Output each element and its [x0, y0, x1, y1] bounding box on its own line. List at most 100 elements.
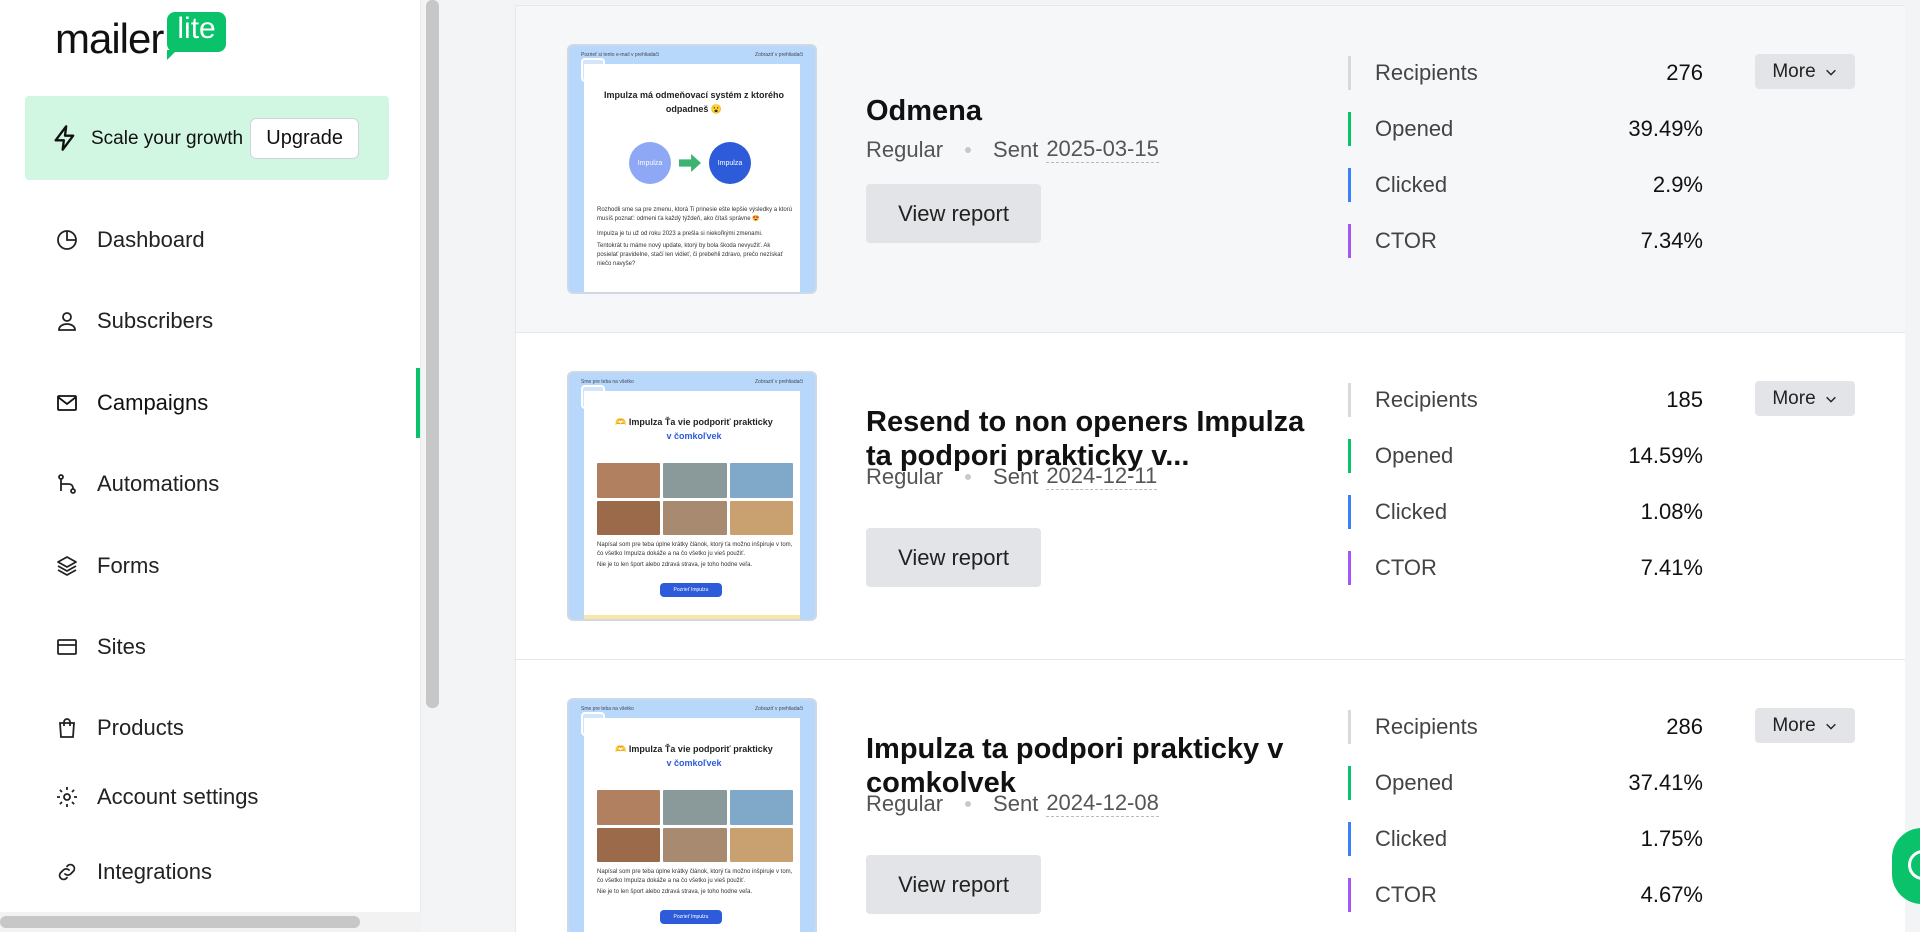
preheader: Pozrieť si tento e-mail v prehliadači Zob…	[581, 52, 803, 58]
more-dropdown-button[interactable]: More	[1755, 54, 1855, 89]
sidebar-item-campaigns[interactable]: Campaigns	[55, 383, 208, 423]
email-headline: 🫶 Impulza Ťa vie podporiť prakticky v čom…	[599, 415, 789, 443]
grid-photo	[663, 500, 727, 535]
mailerlite-logo[interactable]: mailer lite	[55, 8, 226, 60]
campaign-card: Sme pre teba na všetko Zobraziť v prehlia…	[515, 660, 1905, 932]
sidebar-item-account-settings[interactable]: Account settings	[55, 777, 258, 817]
preheader-right: Zobraziť v prehliadači	[754, 706, 803, 712]
grid-photo	[729, 827, 793, 862]
sent-label: Sent	[993, 463, 1039, 489]
more-label: More	[1772, 60, 1816, 82]
view-report-button[interactable]: View report	[866, 855, 1041, 914]
grid-photo	[597, 463, 661, 498]
sidebar-scrollbar[interactable]	[426, 0, 439, 708]
automation-icon	[58, 474, 76, 494]
email-preview-thumbnail[interactable]: Pozrieť si tento e-mail v prehliadači Zob…	[567, 44, 817, 294]
headline-blue-text: v čomkoľvek	[666, 758, 722, 768]
upgrade-text: Scale your growth	[91, 127, 244, 149]
email-body-line: Napísal som pre teba úplne krátky článok…	[597, 869, 793, 884]
email-body-line: Napísal som pre teba úplne krátky článok…	[597, 542, 793, 557]
sidebar-item-label: Dashboard	[97, 227, 205, 252]
select-checkbox[interactable]	[581, 712, 605, 736]
select-checkbox[interactable]	[581, 58, 605, 82]
grid-photo	[597, 827, 661, 862]
stat-value: 7.34%	[1640, 228, 1703, 253]
grid-photo	[729, 463, 793, 498]
stat-bar	[1348, 551, 1351, 585]
email-cta-button: Pozrieť Impulzu	[660, 583, 722, 597]
sidebar-item-label: Forms	[97, 553, 160, 578]
campaign-list: Pozrieť si tento e-mail v prehliadači Zob…	[515, 0, 1905, 932]
preheader-right: Zobraziť v prehliadači	[754, 379, 803, 385]
logo-badge: lite	[167, 11, 226, 60]
layers-icon	[57, 556, 77, 576]
stat-bar	[1348, 112, 1351, 146]
view-report-button[interactable]: View report	[866, 184, 1041, 243]
select-checkbox[interactable]	[581, 385, 605, 409]
stat-bar	[1348, 383, 1351, 417]
stat-label: Clicked	[1375, 172, 1448, 197]
grid-photo	[597, 790, 661, 825]
email-body-line: Nie je to len šport alebo zdravá strava,…	[597, 889, 753, 895]
link-icon	[58, 863, 76, 881]
sidebar-item-subscribers[interactable]: Subscribers	[55, 301, 213, 341]
stat-label: Opened	[1375, 443, 1454, 468]
sidebar-item-label: Campaigns	[97, 390, 209, 415]
campaign-type: Regular	[866, 136, 944, 162]
horizontal-scrollbar[interactable]	[0, 916, 360, 928]
more-dropdown-button[interactable]: More	[1755, 381, 1855, 416]
stat-value: 2.9%	[1652, 172, 1703, 197]
stat-value: 39.49%	[1628, 116, 1703, 141]
sent-date: 2024-12-08	[1046, 790, 1159, 817]
stat-value: 37.41%	[1628, 770, 1703, 795]
stat-label: CTOR	[1375, 555, 1437, 580]
email-body-line: Tentokrát tu máme nový update, ktorý by …	[597, 243, 783, 267]
stat-value: 1.75%	[1640, 826, 1703, 851]
upgrade-button[interactable]: Upgrade	[250, 117, 359, 159]
stat-bar	[1348, 439, 1351, 473]
sidebar-item-label: Integrations	[97, 859, 212, 884]
sent-date: 2025-03-15	[1046, 136, 1159, 163]
separator-dot	[965, 800, 972, 807]
sidebar-item-products[interactable]: Products	[55, 708, 184, 748]
campaign-meta: Regular Sent 2025-03-15	[866, 136, 1159, 163]
logo-word: mailer	[55, 15, 164, 62]
more-dropdown-button[interactable]: More	[1755, 708, 1855, 743]
sent-label: Sent	[993, 790, 1039, 816]
campaign-title[interactable]: Odmena	[866, 94, 1316, 128]
email-preview-thumbnail[interactable]: Sme pre teba na všetko Zobraziť v prehlia…	[567, 371, 817, 621]
sidebar-item-automations[interactable]: Automations	[55, 464, 219, 504]
sidebar-item-label: Account settings	[97, 784, 259, 809]
stat-label: Recipients	[1375, 714, 1478, 739]
gear-icon	[57, 787, 77, 807]
stat-label: Clicked	[1375, 499, 1448, 524]
impulza-logo-dark: Impulza	[709, 142, 751, 184]
image-grid	[597, 463, 793, 535]
upgrade-banner: Scale your growth Upgrade	[25, 96, 389, 180]
sidebar-item-forms[interactable]: Forms	[55, 546, 159, 586]
headline-text: 🫶 Impulza Ťa vie podporiť prakticky	[615, 744, 773, 754]
campaign-meta: Regular Sent 2024-12-08	[866, 790, 1159, 817]
sidebar-item-sites[interactable]: Sites	[55, 627, 146, 667]
email-preview-thumbnail[interactable]: Sme pre teba na všetko Zobraziť v prehlia…	[567, 698, 817, 932]
browser-icon	[57, 639, 77, 655]
grid-photo	[663, 827, 727, 862]
stat-value: 1.08%	[1640, 499, 1703, 524]
stat-ctor: CTOR 7.34%	[1348, 224, 1703, 258]
stat-recipients: Recipients 286	[1348, 710, 1703, 744]
sidebar-item-integrations[interactable]: Integrations	[55, 852, 212, 892]
chevron-down-icon	[1825, 69, 1836, 76]
sidebar-item-label: Subscribers	[97, 308, 214, 333]
stat-bar	[1348, 822, 1351, 856]
grid-photo	[663, 790, 727, 825]
stat-opened: Opened 14.59%	[1348, 439, 1703, 473]
email-headline: 🫶 Impulza Ťa vie podporiť prakticky v čom…	[599, 742, 789, 770]
view-report-button[interactable]: View report	[866, 528, 1041, 587]
stat-recipients: Recipients 276	[1348, 56, 1703, 90]
sidebar-item-label: Sites	[97, 634, 146, 659]
sidebar-item-label: Products	[97, 715, 184, 740]
sidebar-item-dashboard[interactable]: Dashboard	[55, 220, 205, 260]
stat-clicked: Clicked 1.75%	[1348, 822, 1703, 856]
stat-label: Opened	[1375, 770, 1454, 795]
grid-photo	[663, 463, 727, 498]
